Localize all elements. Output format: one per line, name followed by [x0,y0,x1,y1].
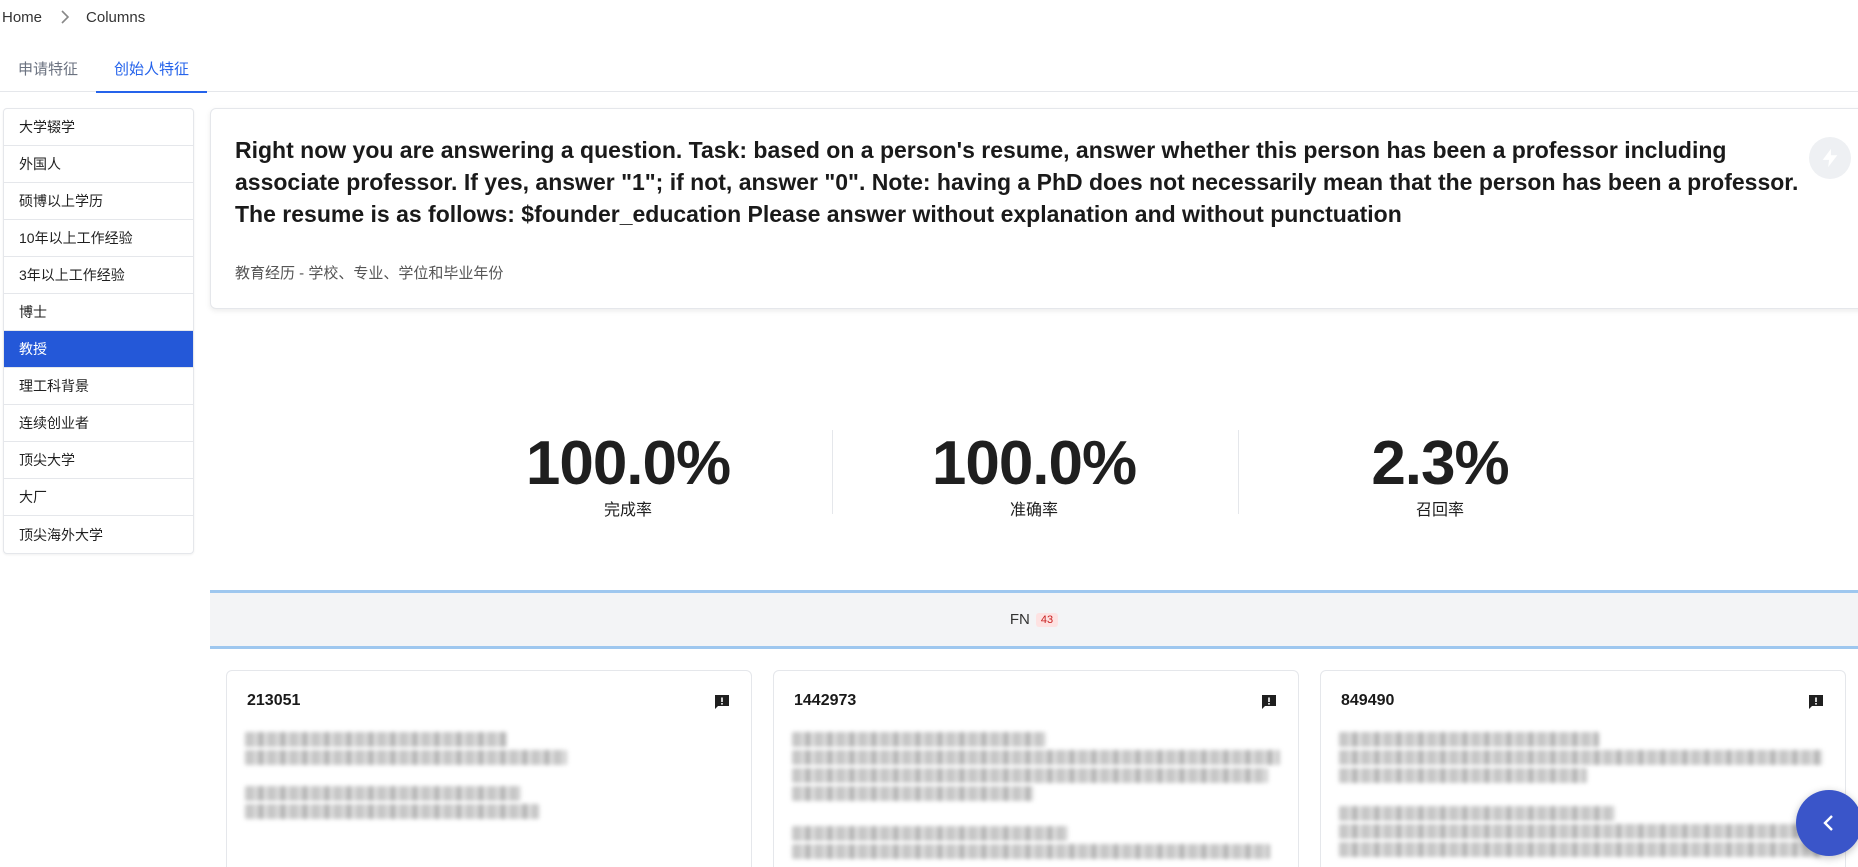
collapse-panel-button[interactable] [1796,790,1858,856]
breadcrumb-current: Columns [86,8,146,26]
sidebar-item-phd[interactable]: 博士 [4,294,193,331]
sidebar-item-10yr-experience[interactable]: 10年以上工作经验 [4,220,193,257]
metric-recall: 2.3% 召回率 [1237,420,1643,520]
fn-label: FN [1009,611,1030,628]
redacted-text [1339,750,1823,765]
redacted-text [245,750,567,765]
metric-completion: 100.0% 完成率 [425,420,831,520]
metric-value: 2.3% [1371,429,1509,498]
sidebar-item-stem-background[interactable]: 理工科背景 [4,368,193,405]
sidebar-item-3yr-experience[interactable]: 3年以上工作经验 [4,257,193,294]
lightning-bolt-icon [1822,148,1838,168]
sidebar-item-dropout[interactable]: 大学辍学 [4,109,193,146]
redacted-text [792,732,1046,747]
record-card[interactable]: 849490 [1320,670,1846,867]
tab-founder-features[interactable]: 创始人特征 [96,44,208,93]
redacted-text [792,750,1280,765]
record-id: 1442973 [794,692,857,709]
feedback-icon[interactable] [713,693,731,711]
sidebar-item-big-tech[interactable]: 大厂 [4,479,193,516]
redacted-text [1339,768,1587,783]
prompt-field-description: 教育经历 - 学校、专业、学位和毕业年份 [235,265,504,282]
prompt-card: Right now you are answering a question. … [210,108,1858,309]
metric-label: 召回率 [1415,502,1464,519]
chevron-left-icon [1823,815,1833,831]
redacted-text [245,804,539,819]
chevron-right-icon [61,10,70,24]
sidebar-item-masters-plus[interactable]: 硕博以上学历 [4,183,193,220]
redacted-text [245,732,507,747]
metric-label: 完成率 [603,502,652,519]
record-card-list: 213051 1442973 849490 [226,670,1858,867]
sidebar-item-top-university[interactable]: 顶尖大学 [4,442,193,479]
redacted-text [792,786,1034,801]
record-id: 849490 [1341,692,1395,709]
redacted-text [1339,806,1615,821]
metric-label: 准确率 [1009,502,1058,519]
top-tabs: 申请特征 创始人特征 [0,44,1858,93]
sidebar-item-serial-founder[interactable]: 连续创业者 [4,405,193,442]
metric-value: 100.0% [525,429,731,498]
metric-accuracy: 100.0% 准确率 [831,420,1237,520]
run-button[interactable] [1809,137,1851,179]
record-card[interactable]: 1442973 [773,670,1299,867]
breadcrumb: Home Columns [2,8,145,26]
tab-application-features[interactable]: 申请特征 [0,44,96,92]
prompt-text: Right now you are answering a question. … [235,137,1799,227]
record-card[interactable]: 213051 [226,670,752,867]
metric-value: 100.0% [931,429,1137,498]
redacted-text [1339,732,1599,747]
breadcrumb-home-link[interactable]: Home [2,9,42,26]
redacted-text [792,768,1268,783]
redacted-text [792,844,1270,859]
redacted-text [245,786,521,801]
redacted-text [1339,824,1825,839]
metrics-panel: 100.0% 完成率 100.0% 准确率 2.3% 召回率 [210,420,1858,520]
sidebar-item-foreigner[interactable]: 外国人 [4,146,193,183]
redacted-text [792,826,1068,841]
fn-section-header[interactable]: FN 43 [210,590,1858,649]
fn-count-badge: 43 [1035,612,1059,627]
sidebar-item-professor[interactable]: 教授 [4,331,193,368]
feedback-icon[interactable] [1260,693,1278,711]
sidebar-item-top-overseas-university[interactable]: 顶尖海外大学 [4,516,193,553]
feature-sidebar: 大学辍学 外国人 硕博以上学历 10年以上工作经验 3年以上工作经验 博士 教授… [3,108,194,554]
record-id: 213051 [247,692,301,709]
feedback-icon[interactable] [1807,693,1825,711]
redacted-text [1339,842,1821,857]
